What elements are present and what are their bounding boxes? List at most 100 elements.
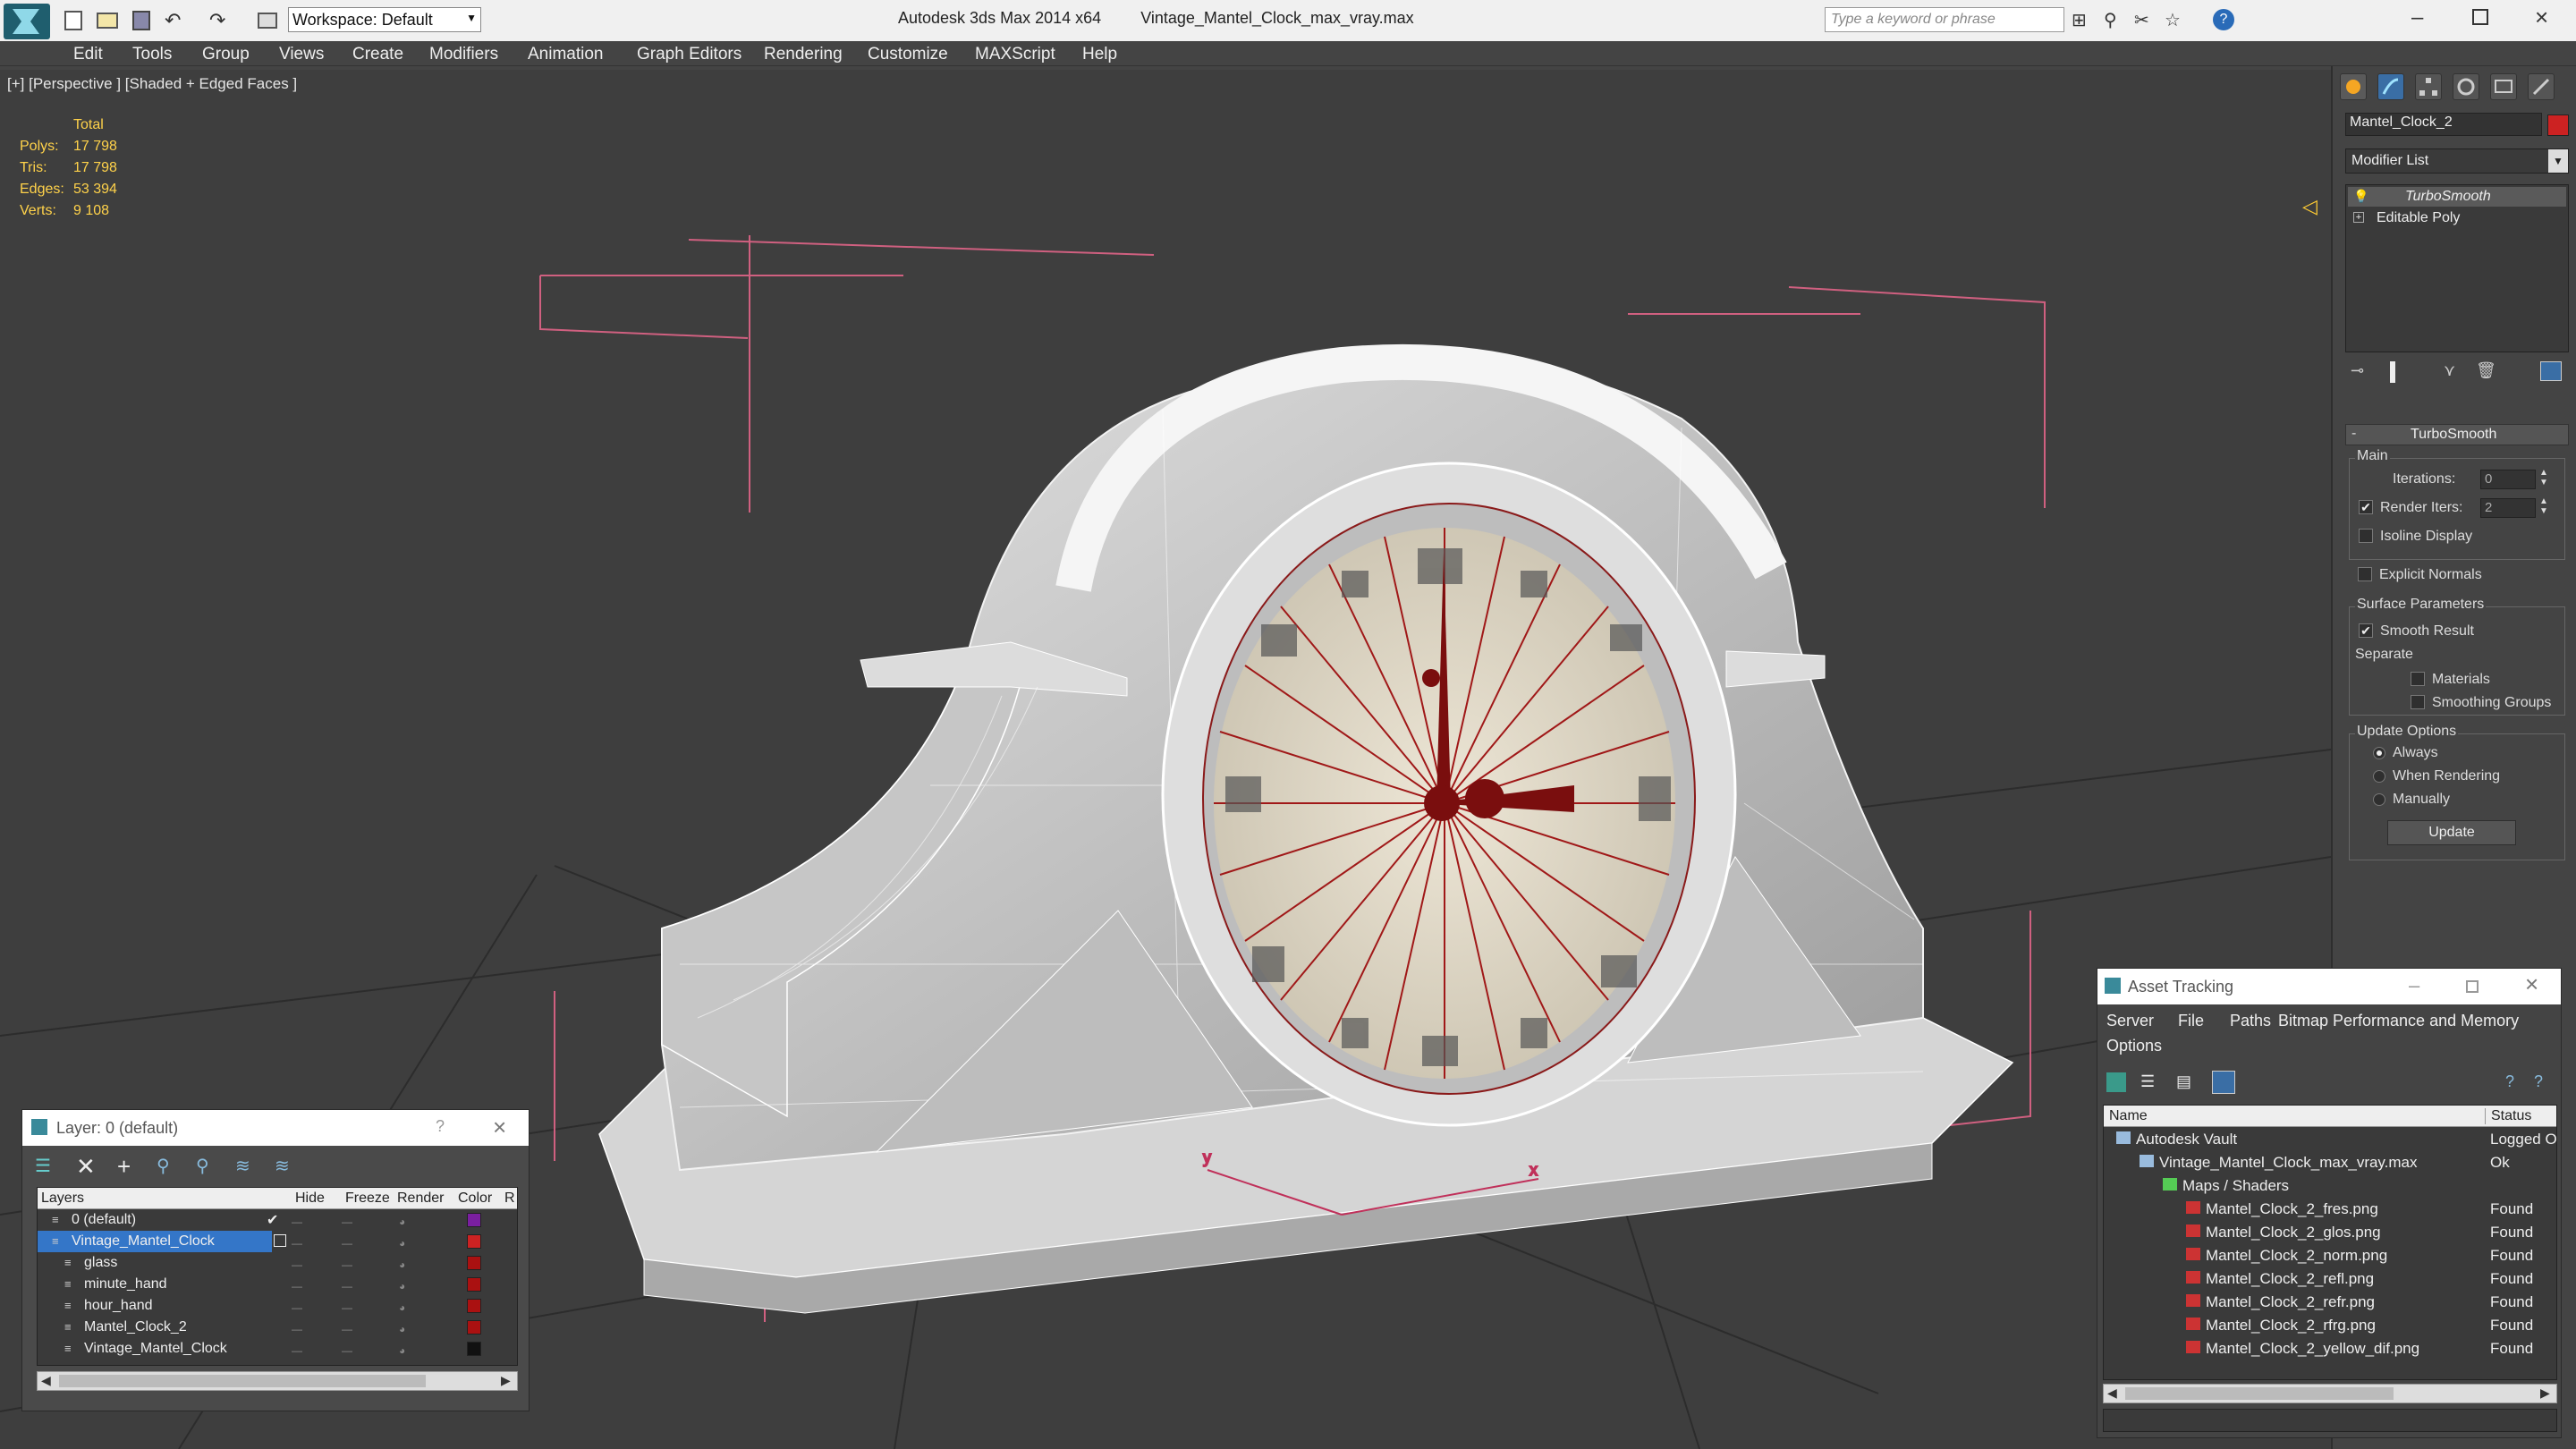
refresh-icon[interactable] (2106, 1072, 2126, 1092)
render-toggle-icon[interactable]: ◕ (399, 1216, 405, 1228)
column-header[interactable]: Hide (295, 1191, 325, 1207)
layer-row[interactable]: ≡ glass (38, 1252, 517, 1274)
render-toggle-icon[interactable]: ◕ (399, 1344, 405, 1357)
open-file-icon[interactable] (97, 13, 118, 29)
maximize-icon[interactable] (2466, 980, 2479, 993)
hide-toggle-icon[interactable]: — (292, 1258, 302, 1271)
hierarchy-tab-icon[interactable] (2415, 73, 2442, 100)
configure-modifier-sets-icon[interactable] (2540, 361, 2562, 381)
explicit-normals-checkbox[interactable] (2358, 567, 2372, 581)
menu-tools[interactable]: Tools (132, 45, 172, 64)
delete-layer-icon[interactable]: ✕ (76, 1153, 96, 1181)
menu-graph-editors[interactable]: Graph Editors (637, 45, 741, 64)
asset-row[interactable]: Mantel_Clock_2_norm.png Found (2104, 1243, 2556, 1267)
menu-group[interactable]: Group (202, 45, 250, 64)
minimize-icon[interactable]: – (2411, 5, 2423, 30)
scroll-thumb[interactable] (59, 1375, 426, 1387)
create-tab-icon[interactable] (2340, 73, 2367, 100)
freeze-toggle-icon[interactable]: — (342, 1216, 352, 1228)
options-icon[interactable]: ? (2534, 1072, 2543, 1091)
active-layer-check-icon[interactable]: ✔ (267, 1211, 278, 1229)
asset-row[interactable]: Mantel_Clock_2_rfrg.png Found (2104, 1313, 2556, 1336)
menu-modifiers[interactable]: Modifiers (429, 45, 498, 64)
rollout-header[interactable]: - TurboSmooth (2345, 424, 2569, 445)
render-toggle-icon[interactable]: ◕ (399, 1237, 405, 1250)
render-iters-spinner[interactable]: 2 (2480, 498, 2536, 518)
workspace-dropdown[interactable]: Workspace: Default ▼ (288, 7, 481, 32)
layer-row[interactable]: ≡ Vintage_Mantel_Clock (38, 1338, 517, 1360)
menu-rendering[interactable]: Rendering (764, 45, 843, 64)
always-radio[interactable] (2373, 747, 2385, 759)
spinner-arrows-icon[interactable]: ▲ ▼ (2539, 468, 2548, 487)
menu-bitmap-performance[interactable]: Bitmap Performance and Memory (2278, 1012, 2519, 1030)
column-header[interactable]: Layers (41, 1191, 84, 1207)
expand-plus-icon[interactable]: + (2353, 212, 2364, 223)
menu-maxscript[interactable]: MAXScript (975, 45, 1055, 64)
menu-animation[interactable]: Animation (528, 45, 604, 64)
asset-path-field[interactable] (2103, 1409, 2557, 1432)
hide-toggle-icon[interactable]: — (292, 1344, 302, 1357)
column-header[interactable]: R (504, 1191, 515, 1207)
asset-window-titlebar[interactable]: Asset Tracking – × (2097, 969, 2561, 1004)
help-icon[interactable]: ? (2213, 9, 2234, 30)
maximize-icon[interactable] (2472, 9, 2488, 25)
scroll-right-icon[interactable]: ▶ (501, 1373, 511, 1388)
grid-view-icon[interactable] (2212, 1071, 2235, 1094)
scroll-thumb[interactable] (2125, 1387, 2394, 1400)
hide-toggle-icon[interactable]: — (292, 1323, 302, 1335)
search-tool-icon[interactable]: ⚲ (2104, 9, 2117, 31)
layer-row[interactable]: ≡ minute_hand (38, 1274, 517, 1295)
stack-item-editable-poly[interactable]: + Editable Poly (2348, 208, 2566, 228)
freeze-toggle-icon[interactable]: — (342, 1258, 352, 1271)
hide-toggle-icon[interactable]: — (292, 1280, 302, 1292)
modifier-list-dropdown[interactable]: Modifier List ▼ (2345, 148, 2569, 174)
hide-toggle-icon[interactable]: — (292, 1216, 302, 1228)
pin-stack-icon[interactable]: ⊸ (2351, 361, 2364, 380)
hide-toggle-icon[interactable]: — (292, 1237, 302, 1250)
layer-color-swatch[interactable] (467, 1277, 481, 1292)
hide-toggle-icon[interactable]: — (292, 1301, 302, 1314)
project-folder-icon[interactable] (258, 13, 277, 29)
search-input[interactable]: Type a keyword or phrase (1825, 7, 2064, 32)
layer-color-swatch[interactable] (467, 1320, 481, 1335)
app-logo-icon[interactable] (4, 4, 50, 39)
freeze-toggle-icon[interactable]: — (342, 1301, 352, 1314)
stack-item-turbosmooth[interactable]: 💡 TurboSmooth (2348, 187, 2566, 207)
menu-server[interactable]: Server (2106, 1012, 2154, 1030)
asset-row[interactable]: Mantel_Clock_2_yellow_dif.png Found (2104, 1336, 2556, 1360)
menu-edit[interactable]: Edit (73, 45, 103, 64)
render-toggle-icon[interactable]: ◕ (399, 1323, 405, 1335)
menu-help[interactable]: Help (1082, 45, 1117, 64)
spinner-arrows-icon[interactable]: ▲ ▼ (2539, 496, 2548, 516)
subscription-icon[interactable]: ✂ (2134, 9, 2149, 31)
render-iters-checkbox[interactable]: ✔ (2359, 500, 2373, 514)
object-color-swatch[interactable] (2547, 114, 2569, 136)
make-unique-icon[interactable]: ⋎ (2444, 361, 2455, 380)
utilities-tab-icon[interactable] (2528, 73, 2555, 100)
minimize-icon[interactable]: – (2409, 974, 2419, 997)
layer-window-titlebar[interactable]: Layer: 0 (default) ? × (22, 1110, 529, 1146)
isoline-checkbox[interactable] (2359, 529, 2373, 543)
asset-row[interactable]: Mantel_Clock_2_fres.png Found (2104, 1197, 2556, 1220)
favorites-icon[interactable]: ☆ (2165, 9, 2181, 31)
menu-options[interactable]: Options (2106, 1037, 2162, 1055)
layer-row[interactable]: ≡ hour_hand (38, 1295, 517, 1317)
freeze-toggle-icon[interactable]: — (342, 1323, 352, 1335)
asset-row[interactable]: Maps / Shaders (2104, 1174, 2556, 1197)
menu-file[interactable]: File (2178, 1012, 2204, 1030)
new-file-icon[interactable] (64, 11, 82, 30)
asset-row[interactable]: Vintage_Mantel_Clock_max_vray.max Ok (2104, 1150, 2556, 1174)
close-icon[interactable]: × (2535, 4, 2548, 31)
redo-icon[interactable]: ↷ (209, 9, 225, 32)
freeze-toggle-icon[interactable]: — (342, 1344, 352, 1357)
freeze-toggle-icon[interactable]: — (342, 1237, 352, 1250)
when-rendering-radio[interactable] (2373, 770, 2385, 783)
lightbulb-icon[interactable]: 💡 (2353, 189, 2368, 204)
asset-row[interactable]: Autodesk Vault Logged Ou (2104, 1127, 2556, 1150)
column-header[interactable]: Freeze (345, 1191, 390, 1207)
layer-hscrollbar[interactable]: ◀ ▶ (37, 1371, 518, 1391)
render-toggle-icon[interactable]: ◕ (399, 1280, 405, 1292)
scroll-right-icon[interactable]: ▶ (2540, 1385, 2550, 1401)
column-header[interactable]: Status (2485, 1108, 2531, 1124)
binoculars-icon[interactable]: ⊞ (2072, 9, 2087, 31)
